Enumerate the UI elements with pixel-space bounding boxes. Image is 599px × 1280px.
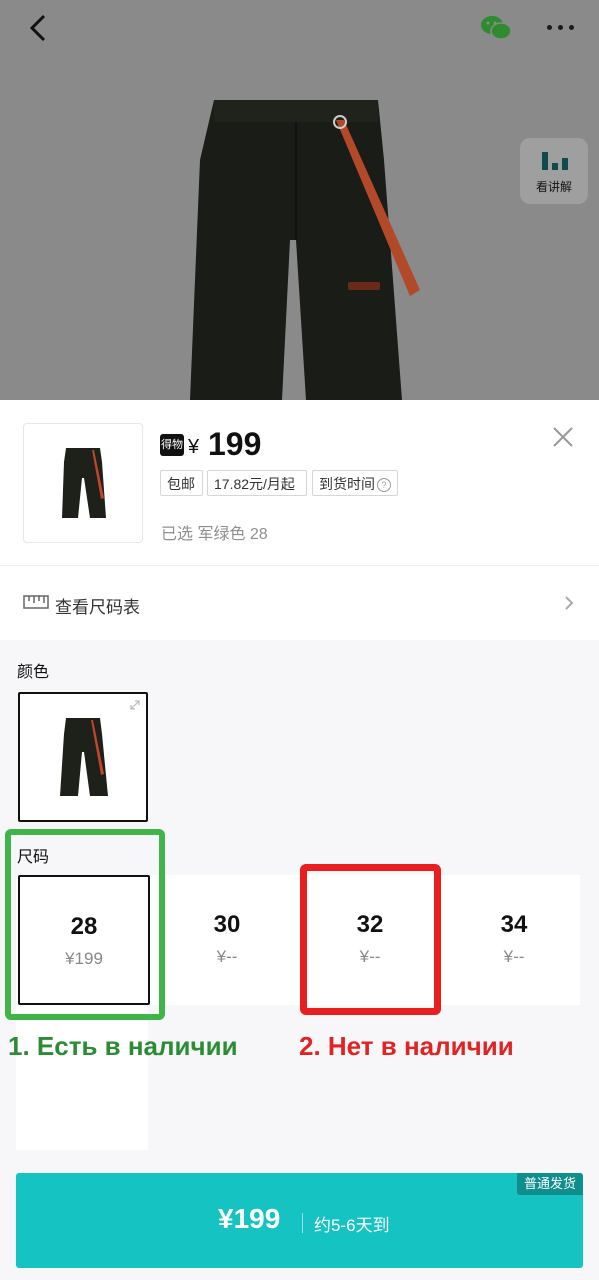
lecture-label: 看讲解 [535,180,572,194]
size-price: ¥-- [503,947,525,966]
size-grid-filler [16,1005,148,1150]
divider [0,565,599,566]
more-dot-icon [546,24,552,30]
wechat-icon [481,16,512,40]
help-icon: ? [377,478,391,492]
currency-symbol: ¥ [188,436,200,458]
chevron-right-icon [565,596,574,610]
close-icon [553,427,573,447]
more-options-button[interactable] [540,10,580,44]
color-section-label: 颜色 [17,664,50,681]
buy-price: ¥199 [218,1203,281,1234]
delivery-time-label: 到货时间 [319,476,375,492]
size-value: 34 [500,911,528,938]
product-thumbnail[interactable] [23,423,143,543]
size-option-30[interactable]: 30 ¥-- [161,875,293,1005]
expand-icon[interactable] [128,698,142,712]
selected-variant-text: 已选 军绿色 28 [161,526,268,543]
in-stock-annotation: 1. Есть в наличии [8,1031,238,1061]
free-shipping-tag: 包邮 [160,470,203,496]
bar-chart-icon [542,152,568,170]
close-button[interactable] [550,424,576,450]
buy-button[interactable]: 普通发货 ¥199 约5-6天到 [16,1173,583,1268]
out-of-stock-annotation: 2. Нет в наличии [299,1031,514,1061]
delivery-time-tag[interactable]: 到货时间? [312,470,398,496]
more-dot-icon [557,24,563,30]
installment-tag[interactable]: 17.82元/月起 [207,470,307,496]
wechat-share-button[interactable] [476,10,516,44]
ruler-icon [23,595,49,609]
product-price: 199 [208,426,262,462]
shipping-type-badge: 普通发货 [517,1173,583,1195]
delivery-eta: 约5-6天到 [314,1216,390,1235]
buy-separator [302,1213,303,1233]
more-dot-icon [568,24,574,30]
back-arrow-icon [29,14,46,42]
product-hero-image: 看讲解 [0,0,599,400]
in-stock-highlight-frame [5,829,165,1020]
size-chart-label: 查看尺码表 [55,598,140,617]
back-button[interactable] [18,8,58,48]
pants-image [0,0,599,400]
brand-logo: 得物 [160,434,184,456]
lecture-button[interactable]: 看讲解 [520,138,588,204]
pants-color-image [60,718,108,796]
pants-thumbnail-image [62,448,106,518]
size-option-34[interactable]: 34 ¥-- [448,875,580,1005]
size-value: 30 [213,911,241,938]
size-price: ¥-- [216,947,238,966]
out-of-stock-highlight-frame [300,864,441,1015]
color-option-army-green[interactable] [18,692,148,822]
